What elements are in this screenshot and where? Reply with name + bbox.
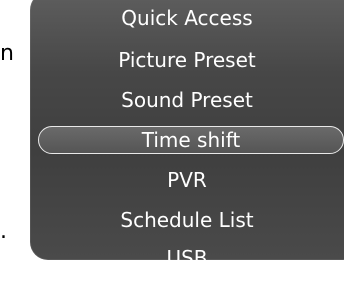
menu-item-pvr[interactable]: PVR [30,162,344,198]
menu-item-quick-access[interactable]: Quick Access [30,0,344,36]
screen: n . Quick Access Picture Preset Sound Pr… [0,0,344,289]
menu-item-schedule-list[interactable]: Schedule List [30,202,344,238]
background-text-fragment-period: . [0,219,7,244]
menu-item-picture-preset[interactable]: Picture Preset [30,42,344,78]
quick-access-menu: Quick Access Picture Preset Sound Preset… [30,0,344,260]
menu-item-sound-preset[interactable]: Sound Preset [30,82,344,118]
background-text-fragment: n [0,41,14,66]
menu-item-time-shift[interactable]: Time shift [38,126,344,154]
menu-item-usb[interactable]: USB [30,240,344,260]
